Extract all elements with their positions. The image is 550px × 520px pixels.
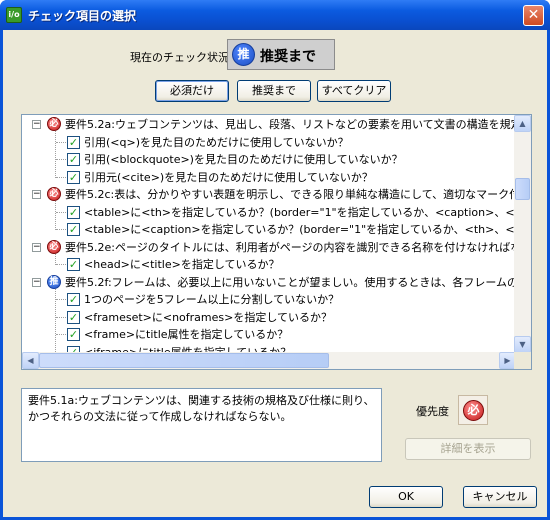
- scrollbar-corner: [514, 352, 531, 369]
- horizontal-scrollbar[interactable]: ◀ ▶: [22, 352, 516, 369]
- tree-connector: [55, 253, 56, 265]
- item-checkbox[interactable]: ✓: [67, 153, 80, 166]
- check-item-label: <table>に<caption>を指定しているか？(border="1"を指定…: [84, 223, 516, 236]
- check-item[interactable]: ✓ <table>に<th>を指定しているか？(border="1"を指定している…: [22, 204, 516, 221]
- status-value: 推奨まで: [260, 49, 316, 65]
- tree-connector: [56, 176, 66, 178]
- close-button[interactable]: ✕: [523, 5, 544, 26]
- collapse-icon[interactable]: −: [32, 277, 41, 287]
- check-item[interactable]: ✓ <frameset>に<noframes>を指定しているか？: [22, 309, 516, 326]
- required-priority-icon: 必: [47, 187, 61, 201]
- tree-connector: [56, 141, 66, 143]
- ok-button[interactable]: OK: [369, 486, 443, 508]
- priority-label: 優先度: [416, 405, 449, 418]
- window-title: チェック項目の選択: [28, 9, 137, 23]
- check-item-label: 引用元(<cite>)を見た目のためだけに使用していないか？: [84, 170, 373, 184]
- tree-connector: [55, 201, 56, 230]
- item-checkbox[interactable]: ✓: [67, 258, 80, 271]
- requirement-item[interactable]: − 推要件5.2f:フレームは、必要以上に用いないことが望ましい。使用するときは、…: [22, 274, 516, 291]
- show-details-button[interactable]: 詳細を表示: [405, 438, 531, 460]
- tree-connector: [56, 229, 66, 230]
- requirement-item[interactable]: − 必要件5.2a:ウェブコンテンツは、見出し、段落、リストなどの要素を用いて文書…: [22, 116, 516, 133]
- tree-connector: [56, 334, 66, 335]
- vertical-scrollbar[interactable]: ▲ ▼: [514, 115, 531, 353]
- tree-connector: [55, 131, 56, 178]
- vertical-scroll-thumb[interactable]: [515, 177, 530, 200]
- close-icon: ✕: [527, 7, 540, 23]
- requirement-label: 要件5.2f:フレームは、必要以上に用いないことが望ましい。使用するときは、各フ…: [65, 275, 516, 289]
- check-item[interactable]: ✓ 引用(<blockquote>)を見た目のためだけに使用していないか？: [22, 151, 516, 168]
- item-checkbox[interactable]: ✓: [67, 170, 80, 184]
- check-item[interactable]: ✓ <head>に<title>を指定しているか？: [22, 256, 516, 273]
- arrow-right-icon: ▶: [504, 356, 511, 365]
- check-item[interactable]: ✓ <table>に<caption>を指定しているか？(border="1"を指…: [22, 221, 516, 238]
- requirement-item[interactable]: − 必要件5.2e:ページのタイトルには、利用者がページの内容を識別できる名称を付…: [22, 239, 516, 256]
- item-checkbox[interactable]: ✓: [67, 310, 80, 324]
- check-item-label: <table>に<th>を指定しているか？(border="1"を指定しているか…: [84, 205, 516, 219]
- required-priority-icon: 必: [47, 239, 61, 254]
- check-item-label: 1つのページを5フレーム以上に分割していないか？: [84, 293, 340, 306]
- recommended-icon: 推: [232, 43, 255, 66]
- check-item-label: <head>に<title>を指定しているか？: [84, 258, 280, 271]
- tree-connector: [55, 288, 56, 353]
- requirement-label: 要件5.2a:ウェブコンテンツは、見出し、段落、リストなどの要素を用いて文書の構…: [65, 118, 516, 131]
- item-checkbox[interactable]: ✓: [67, 205, 80, 219]
- status-display: 推 推奨まで: [227, 39, 335, 70]
- tree-content: − 必要件5.2a:ウェブコンテンツは、見出し、段落、リストなどの要素を用いて文書…: [22, 115, 516, 353]
- recommended-priority-icon: 推: [47, 274, 61, 289]
- check-item-label: 引用(<q>)を見た目のためだけに使用していないか？: [84, 135, 349, 149]
- item-checkbox[interactable]: ✓: [67, 293, 80, 306]
- scroll-down-button[interactable]: ▼: [514, 336, 531, 353]
- requirement-label: 要件5.2c:表は、分かりやすい表題を明示し、できる限り単純な構造にして、適切な…: [65, 188, 516, 201]
- required-priority-icon: 必: [47, 117, 61, 131]
- status-label: 現在のチェック状況: [130, 51, 229, 64]
- check-item-label: <frameset>に<noframes>を指定しているか？: [84, 310, 333, 324]
- arrow-left-icon: ◀: [27, 356, 34, 365]
- clear-all-button[interactable]: すべてクリア: [317, 80, 391, 102]
- check-item[interactable]: ✓ 引用(<q>)を見た目のためだけに使用していないか？: [22, 134, 516, 151]
- arrow-up-icon: ▲: [519, 119, 526, 128]
- horizontal-scroll-thumb[interactable]: [39, 353, 329, 368]
- check-item[interactable]: ✓ <frame>にtitle属性を指定しているか？: [22, 326, 516, 343]
- tree-connector: [56, 316, 66, 318]
- required-only-button[interactable]: 必須だけ: [155, 80, 229, 102]
- tree-connector: [56, 264, 66, 265]
- item-checkbox[interactable]: ✓: [67, 135, 80, 149]
- app-icon: i/o: [6, 7, 22, 23]
- dialog-window: i/o チェック項目の選択 ✕ 現在のチェック状況 推 推奨まで 必須だけ 推奨…: [0, 0, 550, 520]
- check-item[interactable]: ✓ 引用元(<cite>)を見た目のためだけに使用していないか？: [22, 169, 516, 186]
- item-checkbox[interactable]: ✓: [67, 223, 80, 236]
- collapse-icon[interactable]: −: [32, 190, 41, 199]
- title-bar[interactable]: i/o チェック項目の選択 ✕: [0, 0, 550, 30]
- collapse-icon[interactable]: −: [32, 120, 41, 129]
- cancel-button[interactable]: キャンセル: [463, 486, 537, 508]
- tree-connector: [56, 211, 66, 213]
- check-item-tree[interactable]: − 必要件5.2a:ウェブコンテンツは、見出し、段落、リストなどの要素を用いて文書…: [21, 114, 532, 370]
- tree-connector: [56, 299, 66, 300]
- description-box: 要件5.1a:ウェブコンテンツは、関連する技術の規格及び仕様に則り、かつそれらの…: [21, 388, 382, 462]
- collapse-icon[interactable]: −: [32, 242, 41, 252]
- check-item-label: <frame>にtitle属性を指定しているか？: [84, 328, 289, 341]
- arrow-down-icon: ▼: [519, 340, 526, 349]
- up-to-recommended-button[interactable]: 推奨まで: [237, 80, 311, 102]
- check-item-label: 引用(<blockquote>)を見た目のためだけに使用していないか？: [84, 153, 403, 166]
- requirement-item[interactable]: − 必要件5.2c:表は、分かりやすい表題を明示し、できる限り単純な構造にして、適…: [22, 186, 516, 203]
- priority-display: 必: [458, 395, 488, 425]
- required-icon: 必: [463, 400, 484, 421]
- scroll-up-button[interactable]: ▲: [514, 115, 531, 132]
- requirement-label: 要件5.2e:ページのタイトルには、利用者がページの内容を識別できる名称を付けな…: [65, 240, 516, 254]
- item-checkbox[interactable]: ✓: [67, 328, 80, 341]
- scroll-left-button[interactable]: ◀: [22, 352, 39, 369]
- dialog-client: 現在のチェック状況 推 推奨まで 必須だけ 推奨まで すべてクリア − 必要件5.…: [3, 30, 547, 517]
- tree-connector: [56, 159, 66, 160]
- check-item[interactable]: ✓ 1つのページを5フレーム以上に分割していないか？: [22, 291, 516, 308]
